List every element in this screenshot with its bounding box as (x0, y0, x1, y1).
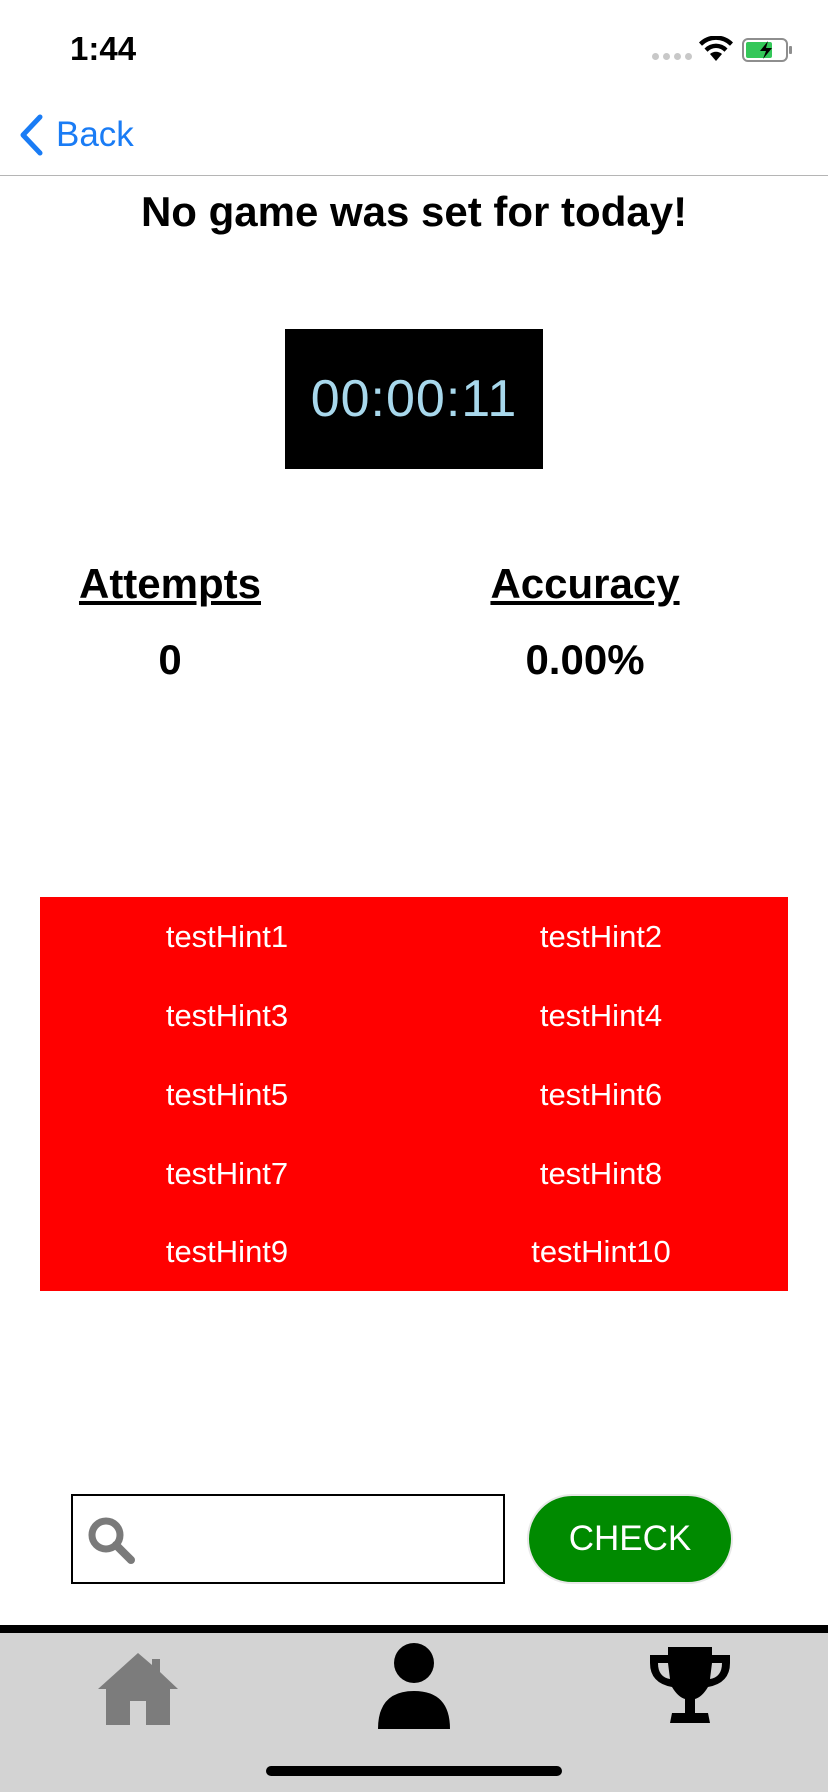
hint-item: testHint6 (539, 1076, 663, 1112)
check-button[interactable]: CHECK (527, 1494, 733, 1584)
timer: 00:00:11 (285, 329, 543, 469)
home-indicator (266, 1766, 562, 1776)
hint-item: testHint5 (165, 1076, 289, 1112)
back-label: Back (56, 115, 134, 154)
back-button[interactable]: Back (18, 110, 134, 160)
cellular-signal-icon (652, 53, 692, 60)
timer-value: 00:00:11 (310, 370, 518, 428)
accuracy-label: Accuracy (490, 560, 680, 607)
navigation-bar: Back (0, 100, 828, 176)
tab-trophy[interactable] (640, 1641, 740, 1731)
home-icon (98, 1653, 178, 1725)
search-field[interactable] (71, 1494, 505, 1584)
search-input[interactable] (149, 1504, 493, 1576)
search-icon (88, 1517, 135, 1564)
profile-icon (378, 1643, 450, 1729)
trophy-icon (650, 1647, 730, 1723)
attempts-label: Attempts (78, 560, 261, 607)
accuracy-stat: Accuracy 0.00% (445, 560, 725, 684)
battery-charging-icon (742, 38, 792, 62)
status-bar: 1:44 (0, 0, 828, 100)
hint-item: testHint9 (165, 1233, 289, 1269)
hint-item: testHint3 (165, 997, 289, 1033)
attempts-stat: Attempts 0 (30, 560, 310, 684)
chevron-left-icon (20, 114, 43, 156)
status-time: 1:44 (70, 30, 137, 67)
hint-item: testHint4 (539, 997, 663, 1033)
hint-item: testHint7 (165, 1155, 289, 1191)
hint-item: testHint10 (531, 1233, 671, 1269)
page-title: No game was set for today! (140, 188, 688, 235)
wifi-icon (699, 36, 733, 61)
hint-item: testHint8 (539, 1155, 663, 1191)
hint-item: testHint1 (165, 918, 289, 954)
accuracy-value: 0.00% (525, 636, 645, 683)
tab-home[interactable] (88, 1641, 188, 1731)
tab-profile[interactable] (364, 1641, 464, 1731)
hint-item: testHint2 (539, 918, 663, 954)
hint-grid: testHint1 testHint2 testHint3 testHint4 … (40, 897, 788, 1291)
attempts-value: 0 (158, 636, 182, 683)
